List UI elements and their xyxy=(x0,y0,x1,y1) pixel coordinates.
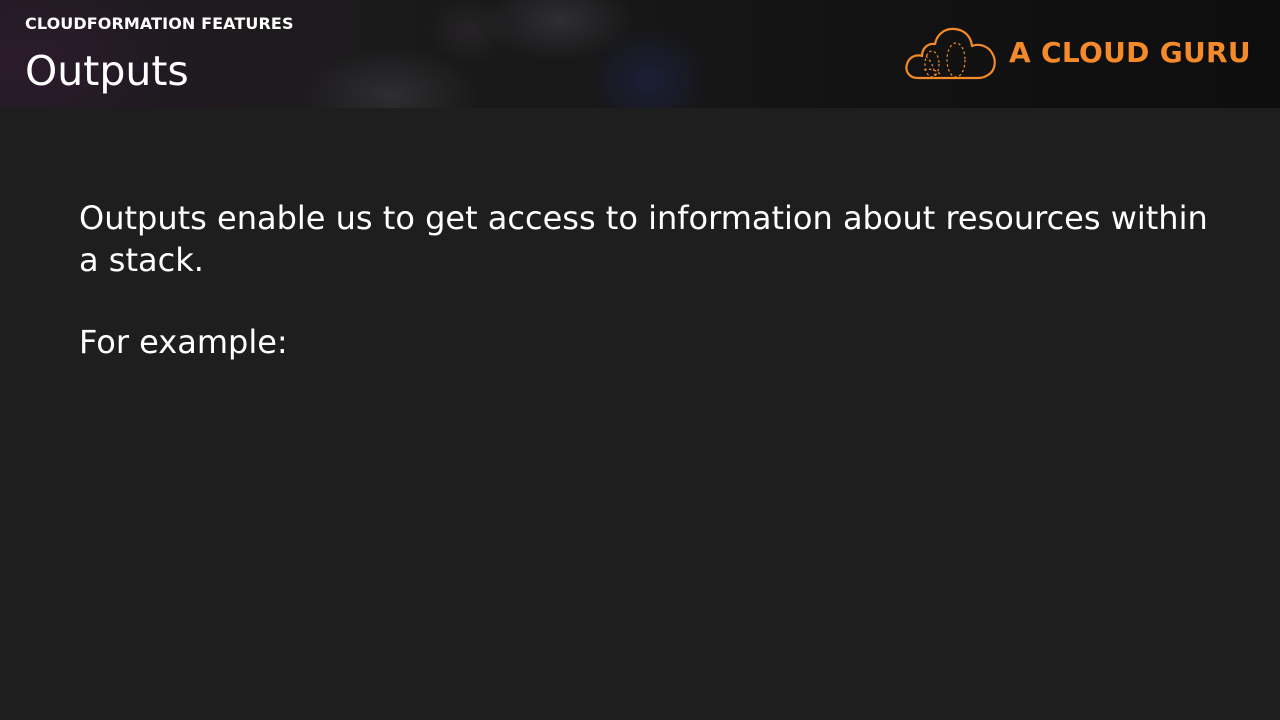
cloud-logo-icon xyxy=(905,27,996,80)
slide-title: Outputs xyxy=(25,47,189,95)
header-background-photo xyxy=(230,0,750,108)
slide: CLOUDFORMATION FEATURES Outputs A CLOUD … xyxy=(0,0,1280,720)
example-label: For example: xyxy=(79,323,288,361)
section-label: CLOUDFORMATION FEATURES xyxy=(25,14,294,33)
brand-logo-text: A CLOUD GURU xyxy=(1009,36,1251,69)
slide-content: Outputs enable us to get access to infor… xyxy=(79,197,1219,363)
body-paragraph: Outputs enable us to get access to infor… xyxy=(79,199,1208,279)
slide-header: CLOUDFORMATION FEATURES Outputs A CLOUD … xyxy=(0,0,1280,108)
brand-logo: A CLOUD GURU xyxy=(904,26,1251,82)
